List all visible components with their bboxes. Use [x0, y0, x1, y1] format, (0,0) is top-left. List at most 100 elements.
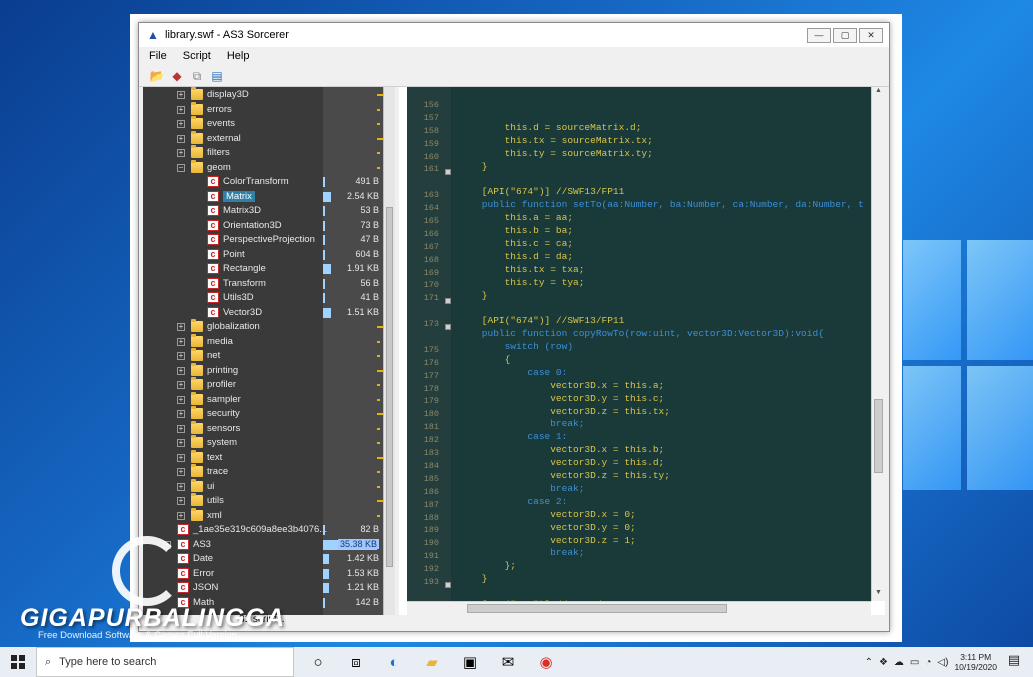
tree-folder-label[interactable]: display3D [207, 89, 249, 100]
tree-folder[interactable]: + display3D [143, 87, 383, 103]
tree-class-label[interactable]: Orientation3D [223, 220, 282, 231]
tree-folder[interactable]: + net [143, 348, 383, 364]
code-line[interactable]: 179 break; [407, 385, 871, 429]
code-line[interactable]: 163 this.a = aa; [407, 179, 871, 223]
tree-folder-label[interactable]: system [207, 437, 237, 448]
expand-icon[interactable]: + [177, 120, 185, 128]
tree-folder-label[interactable]: errors [207, 104, 232, 115]
tree-folder-label[interactable]: sampler [207, 394, 241, 405]
expand-icon[interactable]: + [177, 149, 185, 157]
code-vscroll-thumb[interactable] [874, 399, 883, 473]
tree-class-label[interactable]: Date [193, 553, 213, 564]
code-line[interactable]: 192 [407, 553, 871, 574]
code-line[interactable]: 161 [API("674")] //SWF13/FP11 [407, 153, 871, 197]
code-line[interactable]: 159 } [407, 128, 871, 172]
start-button[interactable] [0, 647, 36, 677]
code-line[interactable]: 178 vector3D.z = this.tx; [407, 373, 871, 417]
expand-icon[interactable]: + [177, 105, 185, 114]
expand-icon[interactable]: + [177, 381, 185, 389]
expand-icon[interactable]: + [177, 497, 185, 505]
scroll-up-arrow-icon[interactable]: ▲ [872, 87, 885, 99]
task-view-icon[interactable]: ⧈ [344, 650, 368, 674]
maximize-button[interactable]: ▢ [833, 27, 857, 43]
expand-icon[interactable]: + [177, 439, 185, 447]
network-icon[interactable]: ◔ [925, 657, 931, 668]
code-line[interactable]: public function copyRowTo(row:uint, vect… [407, 295, 871, 339]
menu-script[interactable]: Script [177, 50, 217, 62]
code-line[interactable]: { [407, 321, 871, 365]
save-icon[interactable]: ▤ [209, 68, 225, 84]
tree-class-label[interactable]: Error [193, 568, 214, 579]
code-line[interactable]: 185 case 2: [407, 463, 871, 507]
code-line[interactable]: 164 this.b = ba; [407, 192, 871, 236]
tree-scrollbar[interactable] [383, 87, 395, 615]
code-line[interactable]: 190 }; [407, 527, 871, 571]
volume-icon[interactable]: ◁) [937, 657, 948, 668]
tree-folder-label[interactable]: printing [207, 365, 238, 376]
tree-folder-label[interactable]: utils [207, 495, 224, 506]
open-file-icon[interactable]: 📂 [149, 68, 165, 84]
tree-folder[interactable]: + text [143, 449, 383, 466]
code-line[interactable]: 189 break; [407, 514, 871, 558]
code-editor[interactable]: 156 this.d = sourceMatrix.d; 157 this.tx… [407, 87, 871, 601]
code-line[interactable]: 187 vector3D.y = 0; [407, 489, 871, 533]
tree-folder-label[interactable]: xml [207, 510, 222, 521]
decompile-icon[interactable]: ◆ [169, 68, 185, 84]
tree-folder-label[interactable]: globalization [207, 321, 260, 332]
expand-icon[interactable]: + [177, 410, 185, 418]
expand-icon[interactable]: + [177, 352, 185, 360]
tree-folder-label[interactable]: media [207, 336, 233, 347]
expand-icon[interactable]: + [177, 323, 185, 331]
taskbar-search[interactable]: ⌕ Type here to search [36, 647, 294, 677]
tree-class-item[interactable]: c ColorTransform 491 B [143, 175, 383, 190]
package-tree[interactable]: + display3D + errors + events + external… [143, 87, 395, 615]
tree-folder-label[interactable]: trace [207, 466, 228, 477]
tree-folder-label[interactable]: security [207, 408, 240, 419]
expand-icon[interactable]: + [177, 134, 185, 143]
tree-folder-label[interactable]: ui [207, 481, 214, 492]
tree-class-item[interactable]: c Matrix 2.54 KB [143, 190, 383, 205]
expand-icon[interactable]: + [177, 511, 185, 520]
minimize-button[interactable]: — [807, 27, 831, 43]
tree-class-item[interactable]: c _1ae35e319c609a8ee3b4076... 82 B [143, 523, 383, 538]
store-icon[interactable]: ▣ [458, 650, 482, 674]
tree-class-item[interactable]: + c AS3 35.38 KB [143, 538, 383, 553]
tree-class-label[interactable]: Transform [223, 278, 266, 289]
expand-icon[interactable]: + [177, 468, 185, 476]
tree-folder-label[interactable]: net [207, 350, 220, 361]
code-line[interactable]: 186 vector3D.x = 0; [407, 476, 871, 520]
tree-folder-label[interactable]: text [207, 452, 222, 463]
tree-class-label[interactable]: PerspectiveProjection [223, 234, 315, 245]
edge-icon[interactable]: ◐ [382, 650, 406, 674]
tree-class-item[interactable]: c PerspectiveProjection 47 B [143, 233, 383, 248]
tree-class-label[interactable]: _1ae35e319c609a8ee3b4076... [193, 524, 327, 535]
show-hidden-icons-icon[interactable]: ⌃ [865, 657, 873, 668]
scroll-down-arrow-icon[interactable]: ▼ [872, 589, 885, 601]
tree-folder[interactable]: + globalization [143, 319, 383, 335]
tree-folder[interactable]: + printing [143, 362, 383, 379]
fold-marker-icon[interactable] [445, 581, 451, 588]
cortana-icon[interactable]: ○ [306, 650, 330, 674]
code-line[interactable]: 156 this.d = sourceMatrix.d; [407, 89, 871, 133]
collapse-icon[interactable]: − [177, 163, 185, 172]
chrome-icon[interactable]: ◉ [534, 650, 558, 674]
tree-class-item[interactable]: c Matrix3D 53 B [143, 204, 383, 219]
tree-class-item[interactable]: c Transform 56 B [143, 277, 383, 292]
code-line[interactable]: 157 this.tx = sourceMatrix.tx; [407, 102, 871, 146]
code-line[interactable]: public function copyColumnTo(column:uint… [407, 579, 871, 592]
code-line[interactable]: 182 vector3D.y = this.d; [407, 424, 871, 468]
battery-icon[interactable]: ▭ [910, 657, 919, 668]
tree-folder-label[interactable]: events [207, 118, 235, 129]
tree-class-item[interactable]: c Utils3D 41 B [143, 291, 383, 306]
code-line[interactable]: 165 this.c = ca; [407, 205, 871, 249]
tree-class-label[interactable]: Vector3D [223, 307, 262, 318]
menu-file[interactable]: File [143, 50, 173, 62]
fold-marker-icon[interactable] [445, 298, 451, 305]
dropbox-icon[interactable]: ❖ [879, 657, 888, 668]
tree-class-label[interactable]: Utils3D [223, 292, 254, 303]
close-button[interactable]: ✕ [859, 27, 883, 43]
code-hscroll-thumb[interactable] [467, 604, 727, 613]
tree-scrollbar-thumb[interactable] [386, 207, 393, 567]
code-line[interactable]: public function setTo(aa:Number, ba:Numb… [407, 166, 871, 210]
tree-folder[interactable]: + events [143, 116, 383, 132]
